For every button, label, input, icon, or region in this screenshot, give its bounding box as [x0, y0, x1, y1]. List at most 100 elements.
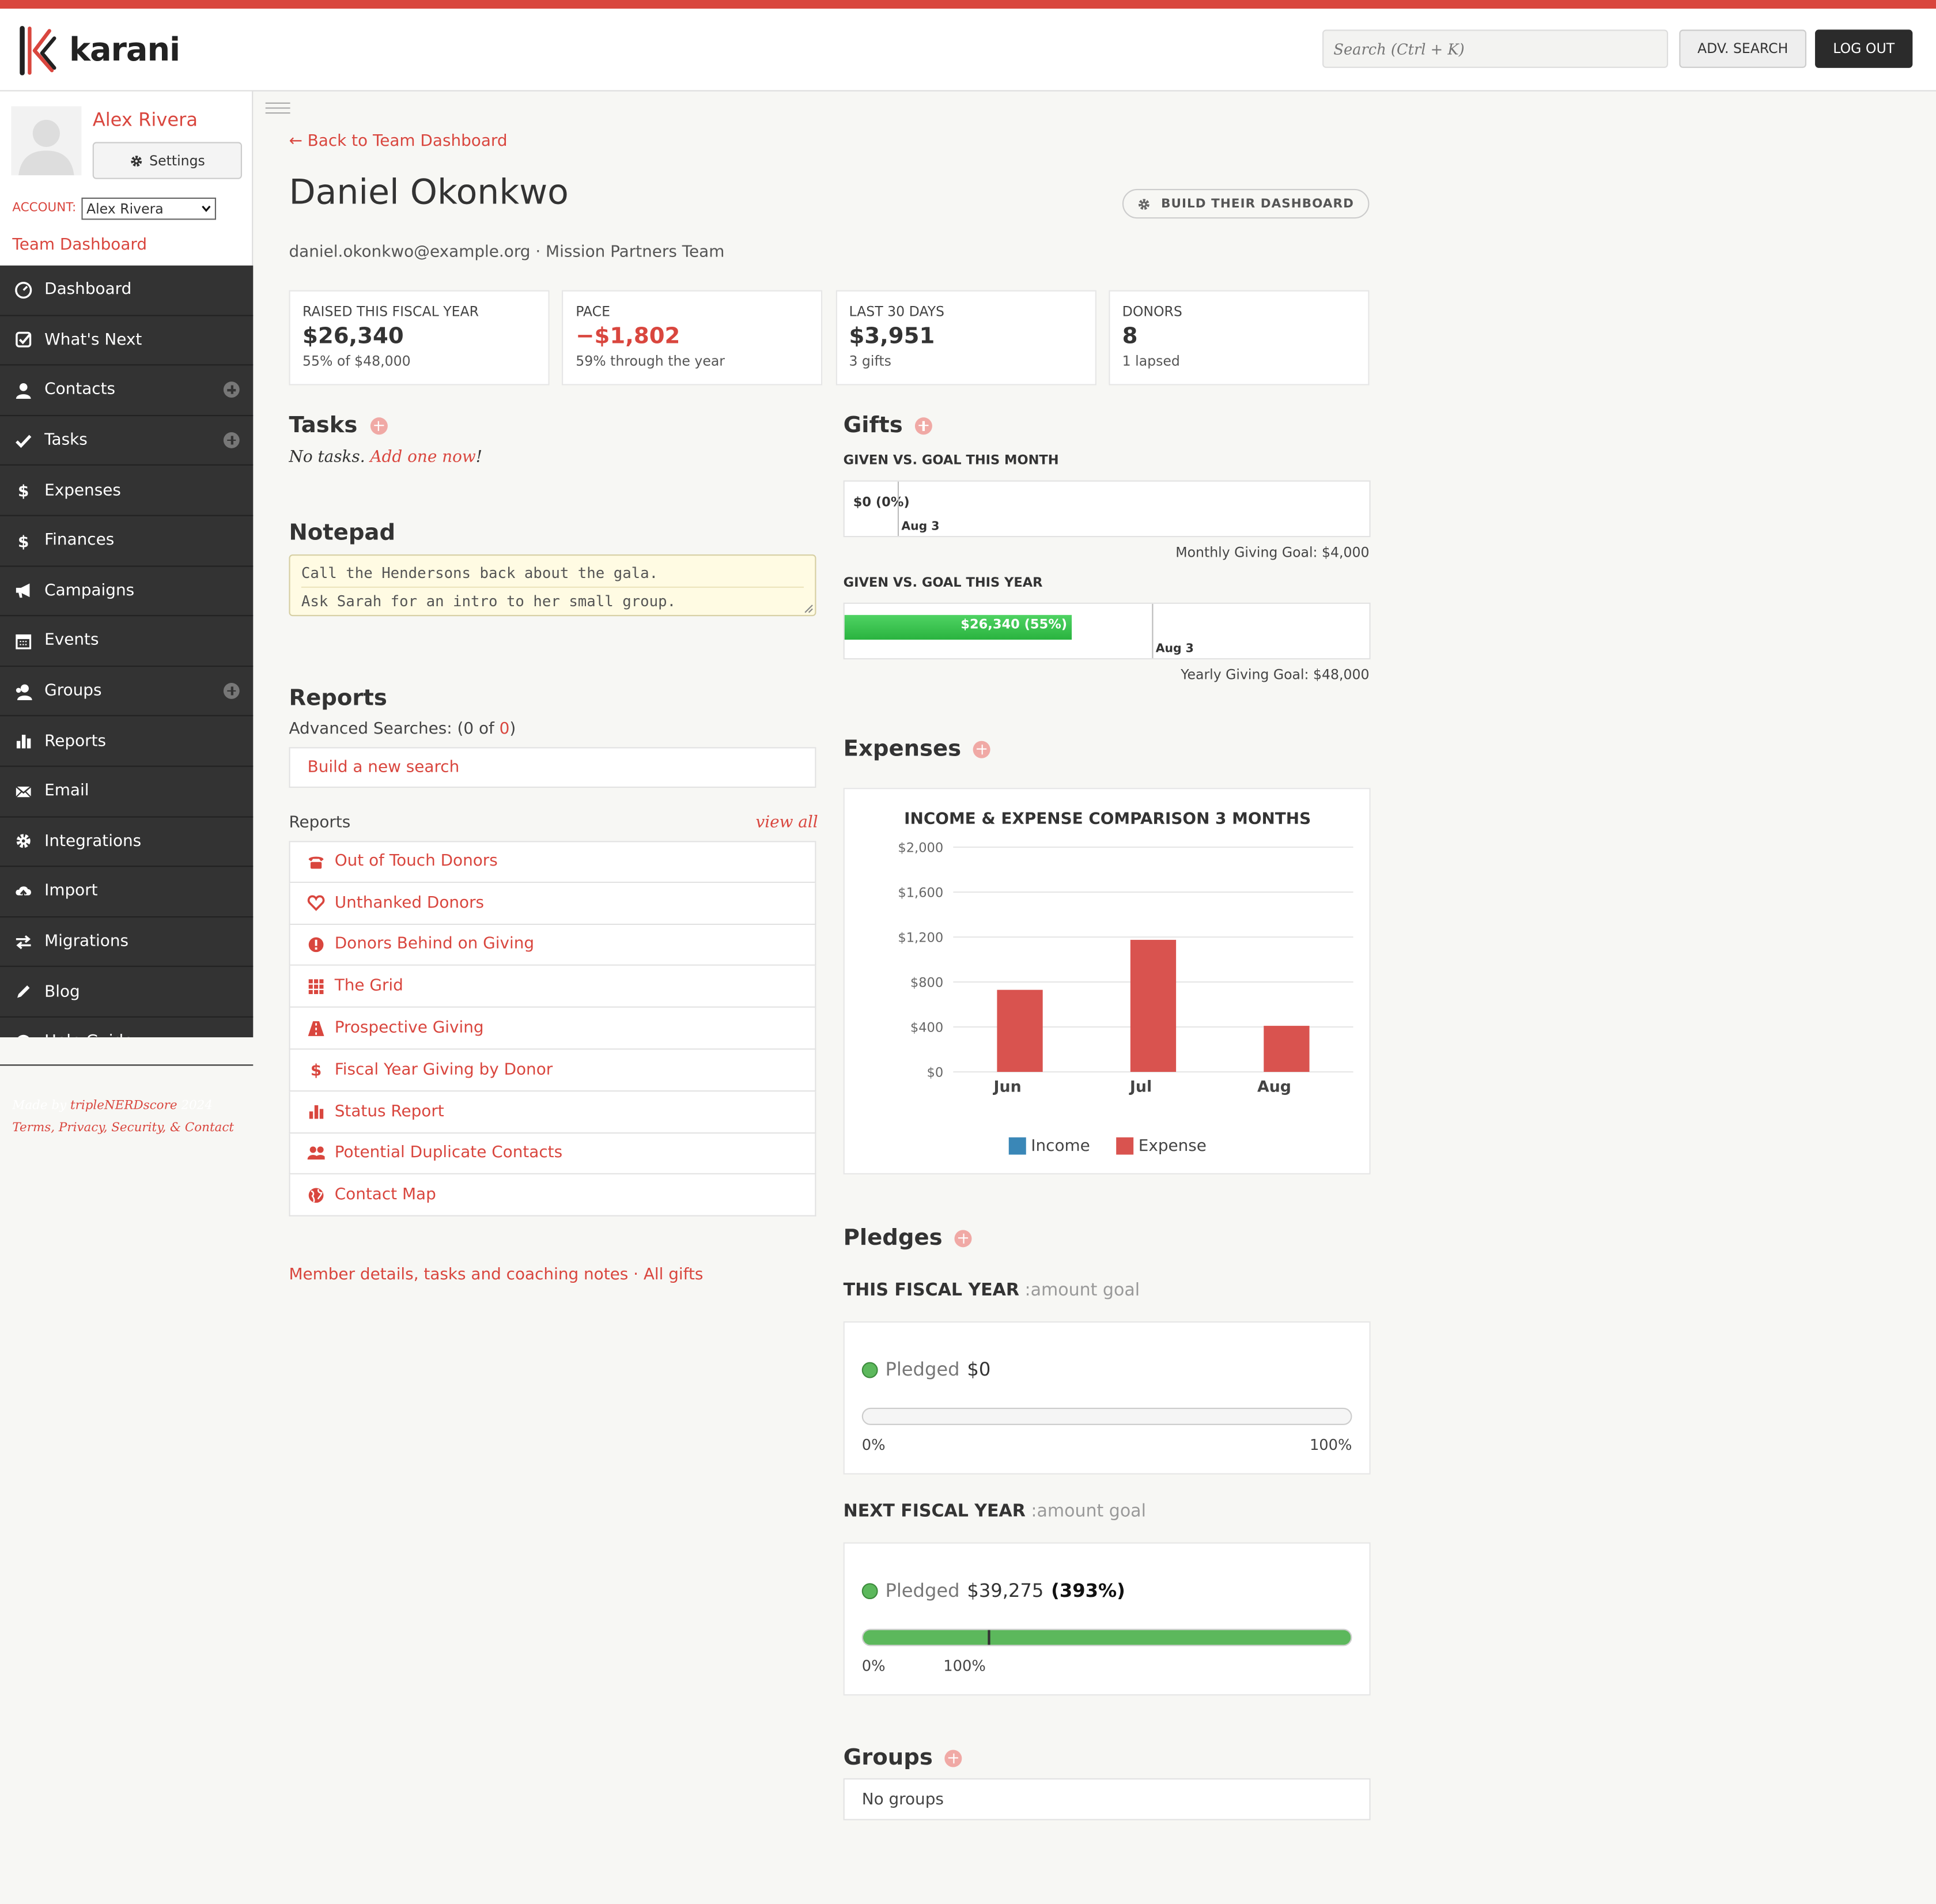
sidebar-item-label: Events: [44, 631, 99, 651]
add-task-link[interactable]: Add one now: [370, 448, 475, 467]
dollar-icon: $: [15, 482, 32, 499]
chevron-down-icon: [202, 205, 211, 212]
tasks-heading: Tasks: [289, 413, 387, 439]
sidebar-item-label: Reports: [44, 731, 107, 751]
month-goal-title: GIVEN VS. GOAL THIS MONTH: [843, 453, 1059, 469]
resize-handle-icon[interactable]: [804, 604, 814, 614]
sidebar-item-help-guide[interactable]: ? Help Guide: [0, 1018, 253, 1038]
sidebar-item-blog[interactable]: Blog: [0, 968, 254, 1018]
add-group-icon[interactable]: [945, 1749, 963, 1767]
karani-logo-icon: [20, 26, 56, 75]
add-contacts-icon[interactable]: [223, 381, 240, 398]
user-name-link[interactable]: Alex Rivera: [93, 109, 198, 131]
sidebar-item-expenses[interactable]: $ Expenses: [0, 466, 254, 516]
exclamation-icon: [308, 936, 325, 953]
sidebar-user-panel: Alex Rivera Settings ACCOUNT: Alex River…: [0, 91, 254, 266]
legend-swatch-income: [1008, 1137, 1026, 1155]
pledge-max-label: 100%: [1309, 1436, 1352, 1454]
sidebar-item-contacts[interactable]: Contacts: [0, 366, 254, 416]
report-link-the-grid[interactable]: The Grid: [289, 966, 816, 1008]
report-link-potential-duplicate-contacts[interactable]: Potential Duplicate Contacts: [289, 1133, 816, 1175]
sidebar-item-import[interactable]: Import: [0, 867, 254, 917]
bar-expense-jun: [997, 989, 1043, 1072]
sidebar-item-finances[interactable]: $ Finances: [0, 516, 254, 566]
sidebar-item-groups[interactable]: Groups: [0, 667, 254, 717]
check-square-icon: [15, 331, 32, 349]
add-pledge-icon[interactable]: [955, 1229, 973, 1247]
view-all-reports-link[interactable]: view all: [755, 814, 818, 832]
add-groups-icon[interactable]: [223, 682, 240, 699]
stat-value: −$1,802: [576, 323, 680, 350]
sidebar-item-label: Blog: [44, 982, 80, 1002]
next-fiscal-year-pledge-card: Pledged $39,275 (393%) 0% 100%: [843, 1542, 1371, 1696]
footer-company-link[interactable]: tripleNERDscore: [70, 1099, 177, 1113]
sidebar-item-campaigns[interactable]: Campaigns: [0, 566, 254, 617]
notepad-heading: Notepad: [289, 520, 395, 546]
report-link-contact-map[interactable]: Contact Map: [289, 1174, 816, 1217]
back-to-team-dashboard-link[interactable]: ← Back to Team Dashboard: [289, 132, 507, 150]
sidebar-item-integrations[interactable]: Integrations: [0, 817, 254, 867]
sidebar-item-label: Import: [44, 882, 98, 901]
report-link-unthanked-donors[interactable]: Unthanked Donors: [289, 882, 816, 925]
today-label: Aug 3: [901, 520, 940, 534]
sidebar-item-reports[interactable]: Reports: [0, 717, 254, 767]
report-link-fiscal-year-giving-by-donor[interactable]: $ Fiscal Year Giving by Donor: [289, 1049, 816, 1091]
svg-text:$: $: [311, 1061, 322, 1079]
stat-label: LAST 30 DAYS: [849, 304, 944, 320]
add-gift-icon[interactable]: [915, 417, 933, 435]
notepad-textarea[interactable]: Call the Hendersons back about the gala.…: [289, 554, 816, 617]
report-link-status-report[interactable]: Status Report: [289, 1091, 816, 1134]
menu-toggle-icon[interactable]: [265, 102, 290, 114]
sidebar-item-tasks[interactable]: Tasks: [0, 416, 254, 466]
groups-title: Groups: [843, 1744, 933, 1771]
build-dashboard-button[interactable]: BUILD THEIR DASHBOARD: [1122, 188, 1370, 219]
settings-button[interactable]: Settings: [92, 142, 243, 179]
sidebar-item-events[interactable]: Events: [0, 617, 254, 667]
team-dashboard-link[interactable]: Team Dashboard: [12, 236, 147, 254]
next-fiscal-year-heading: NEXT FISCAL YEAR :amount goal: [844, 1502, 1146, 1521]
pledged-percent: (393%): [1051, 1579, 1125, 1602]
users-icon: [307, 1144, 325, 1162]
this-fiscal-year-pledge-card: Pledged $0 0% 100%: [843, 1321, 1371, 1475]
sidebar-item-migrations[interactable]: Migrations: [0, 917, 254, 968]
pledges-title: Pledges: [843, 1225, 943, 1251]
reports-heading: Reports: [289, 685, 387, 711]
stat-label: RAISED THIS FISCAL YEAR: [302, 304, 479, 320]
karani-logo[interactable]: karani: [17, 26, 180, 75]
report-link-donors-behind-on-giving[interactable]: Donors Behind on Giving: [289, 924, 816, 966]
svg-text:?: ?: [20, 1036, 27, 1037]
pledge-summary: Pledged $39,275 (393%): [861, 1579, 1125, 1602]
adv-search-button[interactable]: ADV. SEARCH: [1679, 29, 1807, 68]
sidebar-item-email[interactable]: Email: [0, 767, 254, 817]
logout-button[interactable]: LOG OUT: [1815, 29, 1913, 68]
add-tasks-icon[interactable]: [223, 432, 240, 448]
report-label: The Grid: [334, 977, 403, 996]
pledges-heading: Pledges: [843, 1225, 973, 1251]
y-tick-label: $800: [910, 976, 943, 991]
add-expense-icon[interactable]: [973, 740, 991, 758]
income-expense-chart: INCOME & EXPENSE COMPARISON 3 MONTHS $0 $4…: [898, 809, 1353, 1155]
sidebar-item-what-s-next[interactable]: What's Next: [0, 316, 254, 366]
footer-legal-link[interactable]: Terms, Privacy, Security, & Contact: [12, 1121, 234, 1135]
svg-text:$: $: [18, 482, 29, 499]
account-select[interactable]: Alex Rivera: [81, 197, 217, 220]
search-input[interactable]: [1322, 29, 1669, 68]
sidebar-item-label: Email: [44, 781, 89, 801]
stat-card-raised-this-fiscal-year: RAISED THIS FISCAL YEAR $26,340 55% of $48…: [289, 290, 550, 386]
report-link-out-of-touch-donors[interactable]: Out of Touch Donors: [289, 841, 816, 883]
account-selected-value: Alex Rivera: [86, 201, 164, 217]
y-tick-label: $1,200: [898, 931, 943, 946]
yearly-goal-text: Yearly Giving Goal: $48,000: [1181, 667, 1370, 683]
report-link-prospective-giving[interactable]: Prospective Giving: [289, 1008, 816, 1050]
build-new-search-link[interactable]: Build a new search: [289, 747, 816, 788]
year-goal-bar: $26,340 (55%) Aug 3: [843, 602, 1371, 660]
report-label: Status Report: [334, 1102, 444, 1121]
sidebar-item-label: Campaigns: [44, 581, 135, 600]
gifts-heading: Gifts: [844, 413, 933, 439]
sidebar-item-dashboard[interactable]: Dashboard: [0, 266, 254, 316]
this-fy-title: THIS FISCAL YEAR: [843, 1280, 1019, 1301]
add-task-icon[interactable]: [369, 417, 387, 435]
next-fy-title: NEXT FISCAL YEAR: [843, 1501, 1026, 1522]
adv-count-link[interactable]: 0: [500, 720, 510, 738]
member-details-links[interactable]: Member details, tasks and coaching notes…: [289, 1265, 703, 1284]
